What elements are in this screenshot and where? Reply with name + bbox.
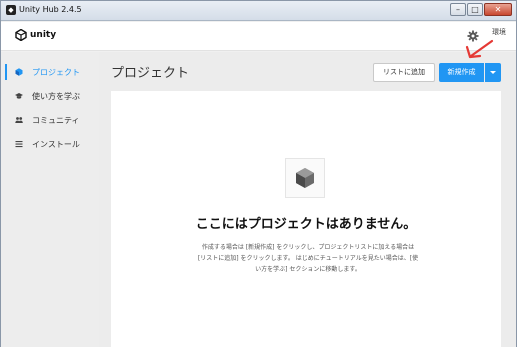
window-controls: – □ ✕: [449, 3, 512, 17]
sidebar-item-community[interactable]: コミュニティ: [1, 109, 99, 131]
empty-state-description: 作成する場合は [新規作成] をクリックし、プロジェクトリストに加える場合は […: [197, 244, 419, 273]
list-icon: [15, 141, 23, 148]
main-content: プロジェクト リストに追加 新規作成 ここにはプロジェクトはありません。 作成す…: [99, 52, 516, 347]
new-project-dropdown-button[interactable]: [485, 63, 501, 82]
cube-icon: [296, 168, 314, 188]
sidebar-item-projects[interactable]: プロジェクト: [1, 61, 99, 83]
sidebar-item-label: インストール: [32, 140, 80, 149]
unity-logo: unity: [15, 29, 56, 41]
graduation-cap-icon: [15, 93, 23, 99]
settings-label[interactable]: 環境: [492, 27, 506, 37]
sidebar-item-label: コミュニティ: [32, 116, 80, 125]
unity-hub-window: ◆ Unity Hub 2.4.5 – □ ✕ unity 環境 プロジェクト …: [0, 0, 517, 347]
unity-logo-icon: [15, 29, 27, 41]
close-button[interactable]: ✕: [484, 3, 512, 16]
empty-state-title: ここにはプロジェクトはありません。: [195, 217, 417, 232]
sidebar-item-label: プロジェクト: [32, 68, 80, 77]
header-bar: unity 環境: [1, 22, 516, 51]
cube-icon: [15, 68, 23, 76]
window-title: Unity Hub 2.4.5: [19, 5, 82, 14]
logo-text: unity: [30, 30, 57, 40]
maximize-button[interactable]: □: [467, 3, 483, 16]
sidebar-item-label: 使い方を学ぶ: [32, 92, 80, 101]
app-icon: ◆: [6, 5, 16, 15]
sidebar-item-learn[interactable]: 使い方を学ぶ: [1, 85, 99, 107]
empty-state-icon-box: [285, 158, 325, 198]
sidebar: プロジェクト 使い方を学ぶ コミュニティ インストール: [1, 52, 99, 347]
gear-icon[interactable]: [467, 30, 479, 42]
projects-panel: ここにはプロジェクトはありません。 作成する場合は [新規作成] をクリックし、…: [111, 91, 501, 347]
chevron-down-icon: [490, 71, 496, 74]
minimize-button[interactable]: –: [450, 3, 466, 16]
new-project-button[interactable]: 新規作成: [439, 63, 484, 82]
page-title: プロジェクト: [111, 66, 190, 81]
add-to-list-button[interactable]: リストに追加: [373, 63, 435, 82]
people-icon: [15, 117, 23, 123]
sidebar-item-installs[interactable]: インストール: [1, 133, 99, 155]
title-bar: ◆ Unity Hub 2.4.5 – □ ✕: [1, 1, 516, 21]
